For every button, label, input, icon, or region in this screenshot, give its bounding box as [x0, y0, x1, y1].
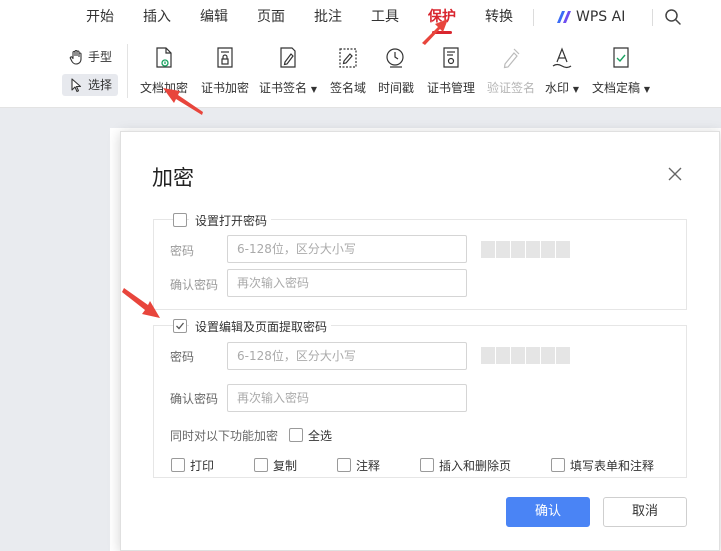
open-password-label: 设置打开密码	[189, 212, 272, 229]
menu-comment[interactable]: 批注	[310, 0, 346, 34]
open-password-strength-meter	[481, 241, 571, 258]
menu-start[interactable]: 开始	[82, 0, 118, 34]
edit-password-input[interactable]	[227, 342, 467, 370]
tool-cert-sign-text: 证书签名	[259, 81, 308, 95]
chevron-down-icon: ▼	[572, 85, 579, 94]
menu-convert[interactable]: 转换	[481, 0, 517, 34]
menu-page[interactable]: 页面	[253, 0, 289, 34]
certificate-pen-icon	[280, 47, 296, 68]
certificate-lock-icon	[217, 47, 233, 68]
signature-field-icon	[339, 48, 357, 68]
select-mode-button[interactable]: 选择	[62, 74, 118, 96]
tool-cert-sign[interactable]: 证书签名 ▼	[258, 46, 318, 102]
option-print-label: 打印	[190, 459, 215, 473]
tool-verify-sign[interactable]: 验证签名	[484, 46, 538, 102]
dialog-title: 加密	[152, 166, 194, 190]
open-password-input[interactable]	[227, 235, 467, 263]
tool-timestamp-label: 时间戳	[377, 81, 414, 95]
option-copy-label: 复制	[273, 459, 298, 473]
select-all-checkbox[interactable]	[289, 428, 303, 442]
also-encrypt-label: 同时对以下功能加密	[170, 429, 279, 443]
confirm-button[interactable]: 确认	[506, 497, 590, 527]
option-fill-form-checkbox[interactable]	[551, 458, 565, 472]
edit-password-strength-meter	[481, 347, 571, 364]
tool-cert-manage[interactable]: 证书管理	[424, 46, 478, 102]
menu-insert[interactable]: 插入	[139, 0, 175, 34]
cancel-button[interactable]: 取消	[603, 497, 687, 527]
document-check-icon	[613, 47, 629, 68]
tool-watermark-text: 水印	[545, 81, 570, 95]
verify-pen-icon	[503, 48, 520, 69]
tool-cert-manage-label: 证书管理	[426, 81, 475, 95]
search-icon[interactable]	[664, 8, 682, 26]
open-confirm-input[interactable]	[227, 269, 467, 297]
encrypt-dialog: 加密 设置打开密码 密码 确认密码 设置编辑及页面提取密码 密码 确认密码 同时…	[120, 131, 720, 551]
watermark-icon	[552, 47, 572, 69]
tool-document-finalize[interactable]: 文档定稿 ▼	[590, 46, 652, 102]
menu-tools[interactable]: 工具	[367, 0, 403, 34]
clock-icon	[386, 48, 404, 68]
tool-document-finalize-text: 文档定稿	[592, 81, 641, 95]
ribbon-divider	[127, 44, 128, 98]
document-lock-icon	[156, 47, 172, 68]
tool-verify-sign-label: 验证签名	[486, 81, 535, 95]
open-password-checkbox[interactable]	[173, 213, 187, 227]
edit-password-label: 设置编辑及页面提取密码	[189, 318, 332, 335]
certificate-manage-icon	[443, 47, 459, 68]
menu-bar: 开始 插入 编辑 页面 批注 工具 保护 转换 WPS AI	[0, 0, 721, 36]
edit-password-field-label: 密码	[170, 350, 195, 364]
menu-divider	[533, 9, 534, 26]
option-annotate-checkbox[interactable]	[337, 458, 351, 472]
annotation-arrow-edit-password	[122, 288, 160, 318]
edit-password-checkbox[interactable]	[173, 319, 187, 333]
tool-sign-field[interactable]: 签名域	[326, 46, 370, 102]
ribbon-toolbar: 手型 选择 文档加密 证书加密 证书签名 ▼ 签名域 时间戳 证书管理 验证签名…	[0, 36, 721, 108]
pointer-icon	[71, 78, 82, 93]
select-mode-label: 选择	[88, 78, 113, 92]
option-copy-checkbox[interactable]	[254, 458, 268, 472]
option-insert-delete-label: 插入和删除页	[439, 459, 512, 473]
edit-confirm-field-label: 确认密码	[170, 392, 219, 406]
open-password-field-label: 密码	[170, 244, 195, 258]
tool-timestamp[interactable]: 时间戳	[374, 46, 418, 102]
option-insert-delete-checkbox[interactable]	[420, 458, 434, 472]
tool-watermark[interactable]: 水印 ▼	[542, 46, 582, 102]
edit-confirm-input[interactable]	[227, 384, 467, 412]
tool-sign-field-label: 签名域	[329, 81, 366, 95]
hand-icon	[69, 49, 82, 65]
option-fill-form-label: 填写表单和注释	[570, 459, 655, 473]
select-all-label: 全选	[308, 429, 333, 443]
checkmark-icon	[176, 322, 185, 330]
open-confirm-field-label: 确认密码	[170, 278, 219, 292]
chevron-down-icon: ▼	[310, 85, 317, 94]
close-icon[interactable]	[667, 166, 683, 182]
hand-mode-button[interactable]: 手型	[62, 46, 118, 68]
hand-mode-label: 手型	[88, 50, 113, 64]
wps-ai-label: WPS AI	[576, 9, 626, 25]
tool-cert-sign-label: 证书签名 ▼	[258, 79, 318, 96]
menu-edit[interactable]: 编辑	[196, 0, 232, 34]
option-print-checkbox[interactable]	[171, 458, 185, 472]
tool-cert-encrypt[interactable]: 证书加密	[198, 46, 252, 102]
tool-watermark-label: 水印 ▼	[542, 79, 582, 96]
chevron-down-icon: ▼	[643, 85, 650, 94]
option-annotate-label: 注释	[356, 459, 381, 473]
tool-document-finalize-label: 文档定稿 ▼	[590, 79, 652, 96]
wps-ai-logo-icon	[557, 11, 571, 23]
menu-divider	[652, 9, 653, 26]
annotation-arrow-protect	[422, 19, 448, 45]
tool-cert-encrypt-label: 证书加密	[200, 81, 249, 95]
annotation-arrow-document-encrypt	[163, 88, 203, 115]
